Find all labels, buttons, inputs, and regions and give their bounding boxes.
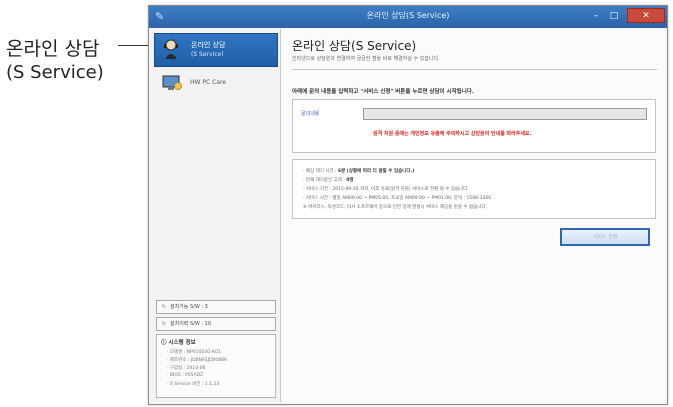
page-description: 인터넷으로 상담원과 연결하여 궁금한 점을 바로 해결하실 수 있습니다.	[292, 56, 440, 62]
system-info-line: · 구입일 : 2014-06	[167, 366, 206, 371]
pc-care-icon	[162, 75, 182, 90]
inquiry-form: 문의내용 원격 지원 중에는 개인정보 유출에 주의하시고 상담원의 안내를 따…	[292, 99, 656, 153]
wait-time-line: · 예상 대기 시간 : 6분 (상황에 따라 더 걸릴 수 있습니다.)	[303, 168, 414, 174]
callout-title: 온라인 상담	[6, 38, 100, 60]
submit-service-button[interactable]: 서비스 신청	[560, 228, 650, 246]
queue-line: · 현재 대기중인 고객 : 0명	[303, 177, 354, 183]
callout-leader-line	[118, 45, 152, 46]
system-info-title: ⓘ 시스템 정보	[161, 338, 196, 346]
callout-subtitle: (S Service)	[6, 62, 104, 83]
sidebar-item-hw-pc-care[interactable]: HW PC Care	[154, 71, 276, 99]
installable-sw-label: 설치가능 S/W : 3	[170, 304, 208, 310]
main-panel: 온라인 상담(S Service) 인터넷으로 상담원과 연결하여 궁금한 점을…	[282, 29, 665, 402]
page-title: 온라인 상담(S Service)	[292, 39, 417, 53]
queue-value: 0명	[346, 178, 354, 183]
installable-sw-button[interactable]: ↻ 설치가능 S/W : 3	[156, 300, 276, 314]
service-period-line: · 서비스 기간 : 2015-09-30 까지, 이후 유료(원격 지원) 서…	[303, 187, 469, 192]
sidebar-item-label: 온라인 상담	[191, 41, 226, 49]
install-history-label: 설치이력 S/W : 10	[170, 321, 212, 327]
system-info-title-text: 시스템 정보	[168, 340, 196, 346]
install-history-button[interactable]: ↻ 설치이력 S/W : 10	[156, 317, 276, 331]
minimize-button[interactable]: –	[587, 9, 605, 23]
close-button[interactable]: ✕	[627, 8, 665, 23]
sidebar-item-sublabel: (S Service)	[191, 51, 224, 58]
maximize-button[interactable]: □	[605, 9, 623, 23]
service-info-box: · 예상 대기 시간 : 6분 (상황에 따라 더 걸릴 수 있습니다.) · …	[292, 159, 656, 219]
system-info-panel: ⓘ 시스템 정보 · 모델명 : NP910S3G-K01 · 제조번호 : J…	[156, 334, 276, 398]
system-info-line: · 제조번호 : JDBN91JD00889	[167, 358, 227, 363]
refresh-icon: ↻	[161, 304, 167, 310]
inquiry-input[interactable]	[363, 108, 647, 120]
sidebar: 온라인 상담 (S Service) HW PC Care ↻ 설치가능 S/W …	[150, 29, 281, 402]
wait-time-label: · 예상 대기 시간 :	[303, 169, 338, 174]
wait-time-value: 6분 (상황에 따라 더 걸릴 수 있습니다.)	[337, 169, 415, 174]
service-note-line: ※ 바이러스, 악성코드, 타사 소프트웨어 등으로 인한 장애 발생시 서비스…	[303, 205, 487, 210]
title-bar[interactable]: ✎ 온라인 상담(S Service) – □ ✕	[149, 6, 667, 28]
sidebar-item-online-consult[interactable]: 온라인 상담 (S Service)	[154, 33, 278, 67]
inquiry-label: 문의내용	[301, 111, 320, 117]
info-icon: ⓘ	[161, 340, 167, 346]
divider	[292, 69, 657, 70]
instruction-text: 아래에 문의 내용을 입력하고 "서비스 신청" 버튼을 누르면 상담이 시작됩…	[292, 89, 474, 95]
warning-text: 원격 지원 중에는 개인정보 유출에 주의하시고 상담원의 안내를 따라주세요.	[373, 131, 532, 137]
app-window: ✎ 온라인 상담(S Service) – □ ✕ 온라인 상담 (S Serv…	[148, 5, 668, 405]
system-info-line: · 모델명 : NP910S3G-K01	[167, 350, 221, 355]
system-info-line: · BIOS : P05ADZ	[167, 373, 204, 378]
queue-label: · 현재 대기중인 고객 :	[303, 178, 347, 183]
service-hours-line: · 서비스 시간 : 평일 AM09:00 ~ PM05:00, 토요일 AM0…	[303, 196, 492, 201]
headset-icon	[164, 39, 178, 59]
system-info-line: · S Service 버전 : 1.1.23	[167, 382, 220, 387]
history-icon: ↻	[161, 321, 167, 327]
sidebar-item-label: HW PC Care	[190, 79, 226, 86]
